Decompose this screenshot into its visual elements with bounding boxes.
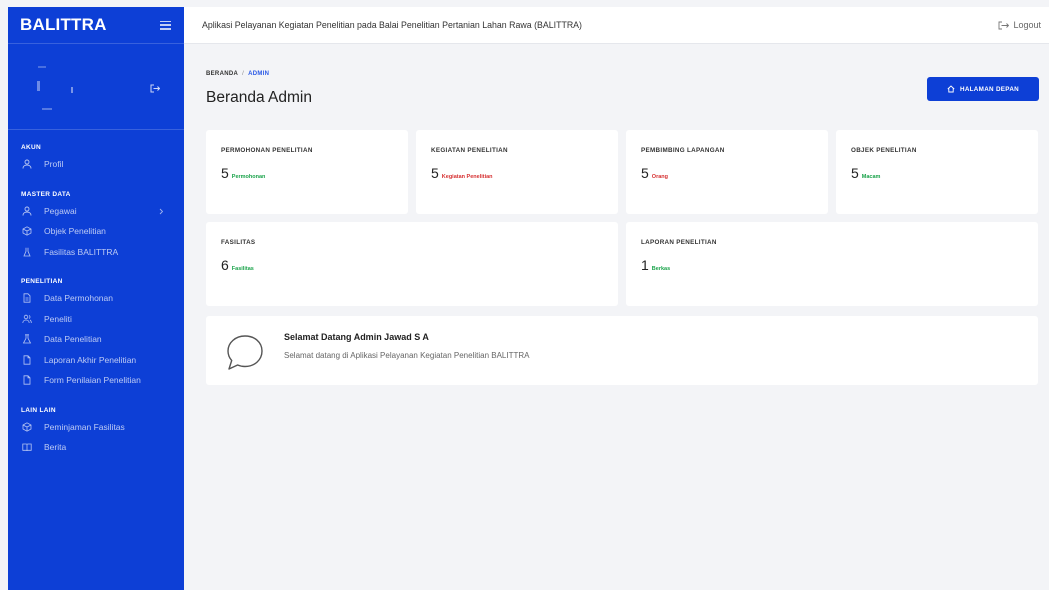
halaman-depan-label: HALAMAN DEPAN: [959, 85, 1020, 93]
sign-out-icon[interactable]: [150, 80, 161, 98]
flask-icon: [22, 247, 32, 257]
logout-icon: [999, 21, 1010, 29]
stat-card-fasilitas: FASILITAS 6 Fasilitas: [206, 222, 618, 306]
sidebar-item-pegawai[interactable]: Pegawai: [8, 201, 184, 222]
welcome-title: Selamat Datang Admin Jawad S A: [284, 332, 429, 342]
nav-section-lain-lain: LAIN LAIN: [21, 406, 56, 414]
document-icon: [22, 355, 32, 365]
flask-icon: [22, 334, 32, 344]
sidebar-item-label: Form Penilaian Penelitian: [44, 375, 141, 386]
sidebar-item-label: Objek Penelitian: [44, 226, 106, 237]
chat-bubble-icon: [225, 334, 265, 377]
sidebar-item-profil[interactable]: Profil: [8, 154, 184, 175]
sidebar-item-label: Fasilitas BALITTRA: [44, 246, 119, 257]
sidebar-item-label: Laporan Akhir Penelitian: [44, 354, 137, 365]
sidebar-item-fasilitas-balittra[interactable]: Fasilitas BALITTRA: [8, 242, 184, 263]
stat-value: 5: [851, 165, 859, 181]
welcome-subtitle: Selamat datang di Aplikasi Pelayanan Keg…: [284, 351, 530, 360]
stat-card-permohonan: PERMOHONAN PENELITIAN 5 Permohonan: [206, 130, 408, 214]
sidebar-item-peneliti[interactable]: Peneliti: [8, 309, 184, 330]
user-icon: [22, 159, 32, 169]
app-title: Aplikasi Pelayanan Kegiatan Penelitian p…: [202, 20, 582, 30]
user-avatar: [37, 81, 40, 91]
chevron-right-icon: [159, 207, 164, 217]
sidebar-brand: BALITTRA: [8, 7, 184, 44]
sidebar-item-objek-penelitian[interactable]: Objek Penelitian: [8, 221, 184, 242]
sidebar-item-berita[interactable]: Berita: [8, 437, 184, 458]
stat-unit: Fasilitas: [231, 266, 254, 272]
nav-section-penelitian: PENELITIAN: [21, 278, 63, 285]
sidebar-item-peminjaman-fasilitas[interactable]: Peminjaman Fasilitas: [8, 417, 184, 438]
stat-card-kegiatan: KEGIATAN PENELITIAN 5 Kegiatan Penelitian: [416, 130, 618, 214]
document-icon: [22, 375, 32, 385]
stat-title: OBJEK PENELITIAN: [851, 147, 917, 154]
file-icon: [22, 293, 32, 303]
sidebar-item-label: Data Penelitian: [44, 334, 102, 345]
stat-value: 5: [221, 165, 229, 181]
stat-title: FASILITAS: [221, 239, 256, 246]
topbar: Aplikasi Pelayanan Kegiatan Penelitian p…: [184, 7, 1049, 44]
breadcrumb-home[interactable]: BERANDA: [206, 71, 238, 77]
stat-value: 1: [641, 257, 649, 273]
stat-value: 6: [221, 257, 229, 273]
stat-unit: Permohonan: [231, 174, 266, 180]
stat-card-pembimbing: PEMBIMBING LAPANGAN 5 Orang: [626, 130, 828, 214]
stat-title: PERMOHONAN PENELITIAN: [221, 147, 313, 154]
stat-unit: Kegiatan Penelitian: [441, 174, 493, 180]
users-icon: [22, 314, 32, 324]
sidebar-item-label: Peneliti: [44, 313, 72, 324]
welcome-panel: Selamat Datang Admin Jawad S A Selamat d…: [206, 316, 1038, 385]
box-icon: [22, 422, 32, 432]
user-panel: [8, 44, 184, 130]
halaman-depan-button[interactable]: HALAMAN DEPAN: [927, 77, 1039, 101]
stat-card-objek: OBJEK PENELITIAN 5 Macam: [836, 130, 1038, 214]
sidebar-item-laporan-akhir-penelitian[interactable]: Laporan Akhir Penelitian: [8, 350, 184, 371]
sidebar-item-label: Berita: [44, 442, 67, 453]
sidebar: BALITTRA AKUN Profil MASTER DATA Pegawai…: [8, 7, 184, 590]
user-role: [42, 108, 52, 110]
sidebar-nav: AKUN Profil MASTER DATA Pegawai Objek Pe…: [8, 130, 184, 458]
brand-logo-text[interactable]: BALITTRA: [20, 15, 107, 35]
stat-title: LAPORAN PENELITIAN: [641, 239, 717, 246]
user-name: [71, 87, 73, 93]
breadcrumb-separator: /: [242, 71, 245, 77]
box-icon: [22, 226, 32, 236]
stat-value: 5: [431, 165, 439, 181]
logout-link[interactable]: Logout: [998, 20, 1041, 30]
breadcrumb: BERANDA / ADMIN: [206, 71, 269, 77]
user-icon: [22, 206, 32, 216]
stat-title: KEGIATAN PENELITIAN: [431, 147, 508, 154]
stat-card-laporan: LAPORAN PENELITIAN 1 Berkas: [626, 222, 1038, 306]
sidebar-item-label: Profil: [44, 159, 64, 170]
nav-section-akun: AKUN: [21, 144, 41, 151]
sidebar-item-label: Pegawai: [44, 205, 77, 216]
stat-unit: Berkas: [651, 266, 671, 272]
sidebar-item-form-penilaian-penelitian[interactable]: Form Penilaian Penelitian: [8, 370, 184, 391]
stat-unit: Macam: [861, 174, 881, 180]
stat-value: 5: [641, 165, 649, 181]
sidebar-item-data-permohonan[interactable]: Data Permohonan: [8, 288, 184, 309]
page-title: Beranda Admin: [206, 89, 312, 106]
user-avatar: [38, 66, 46, 68]
stat-unit: Orang: [651, 174, 668, 180]
menu-toggle-icon[interactable]: [160, 20, 171, 30]
book-icon: [22, 442, 32, 452]
breadcrumb-current: ADMIN: [248, 71, 270, 77]
sidebar-item-label: Data Permohonan: [44, 293, 113, 304]
sidebar-item-label: Peminjaman Fasilitas: [44, 421, 125, 432]
sidebar-item-data-penelitian[interactable]: Data Penelitian: [8, 329, 184, 350]
logout-label: Logout: [1013, 20, 1041, 30]
nav-section-master-data: MASTER DATA: [21, 190, 71, 198]
home-icon: [947, 85, 955, 93]
stat-title: PEMBIMBING LAPANGAN: [641, 147, 725, 154]
